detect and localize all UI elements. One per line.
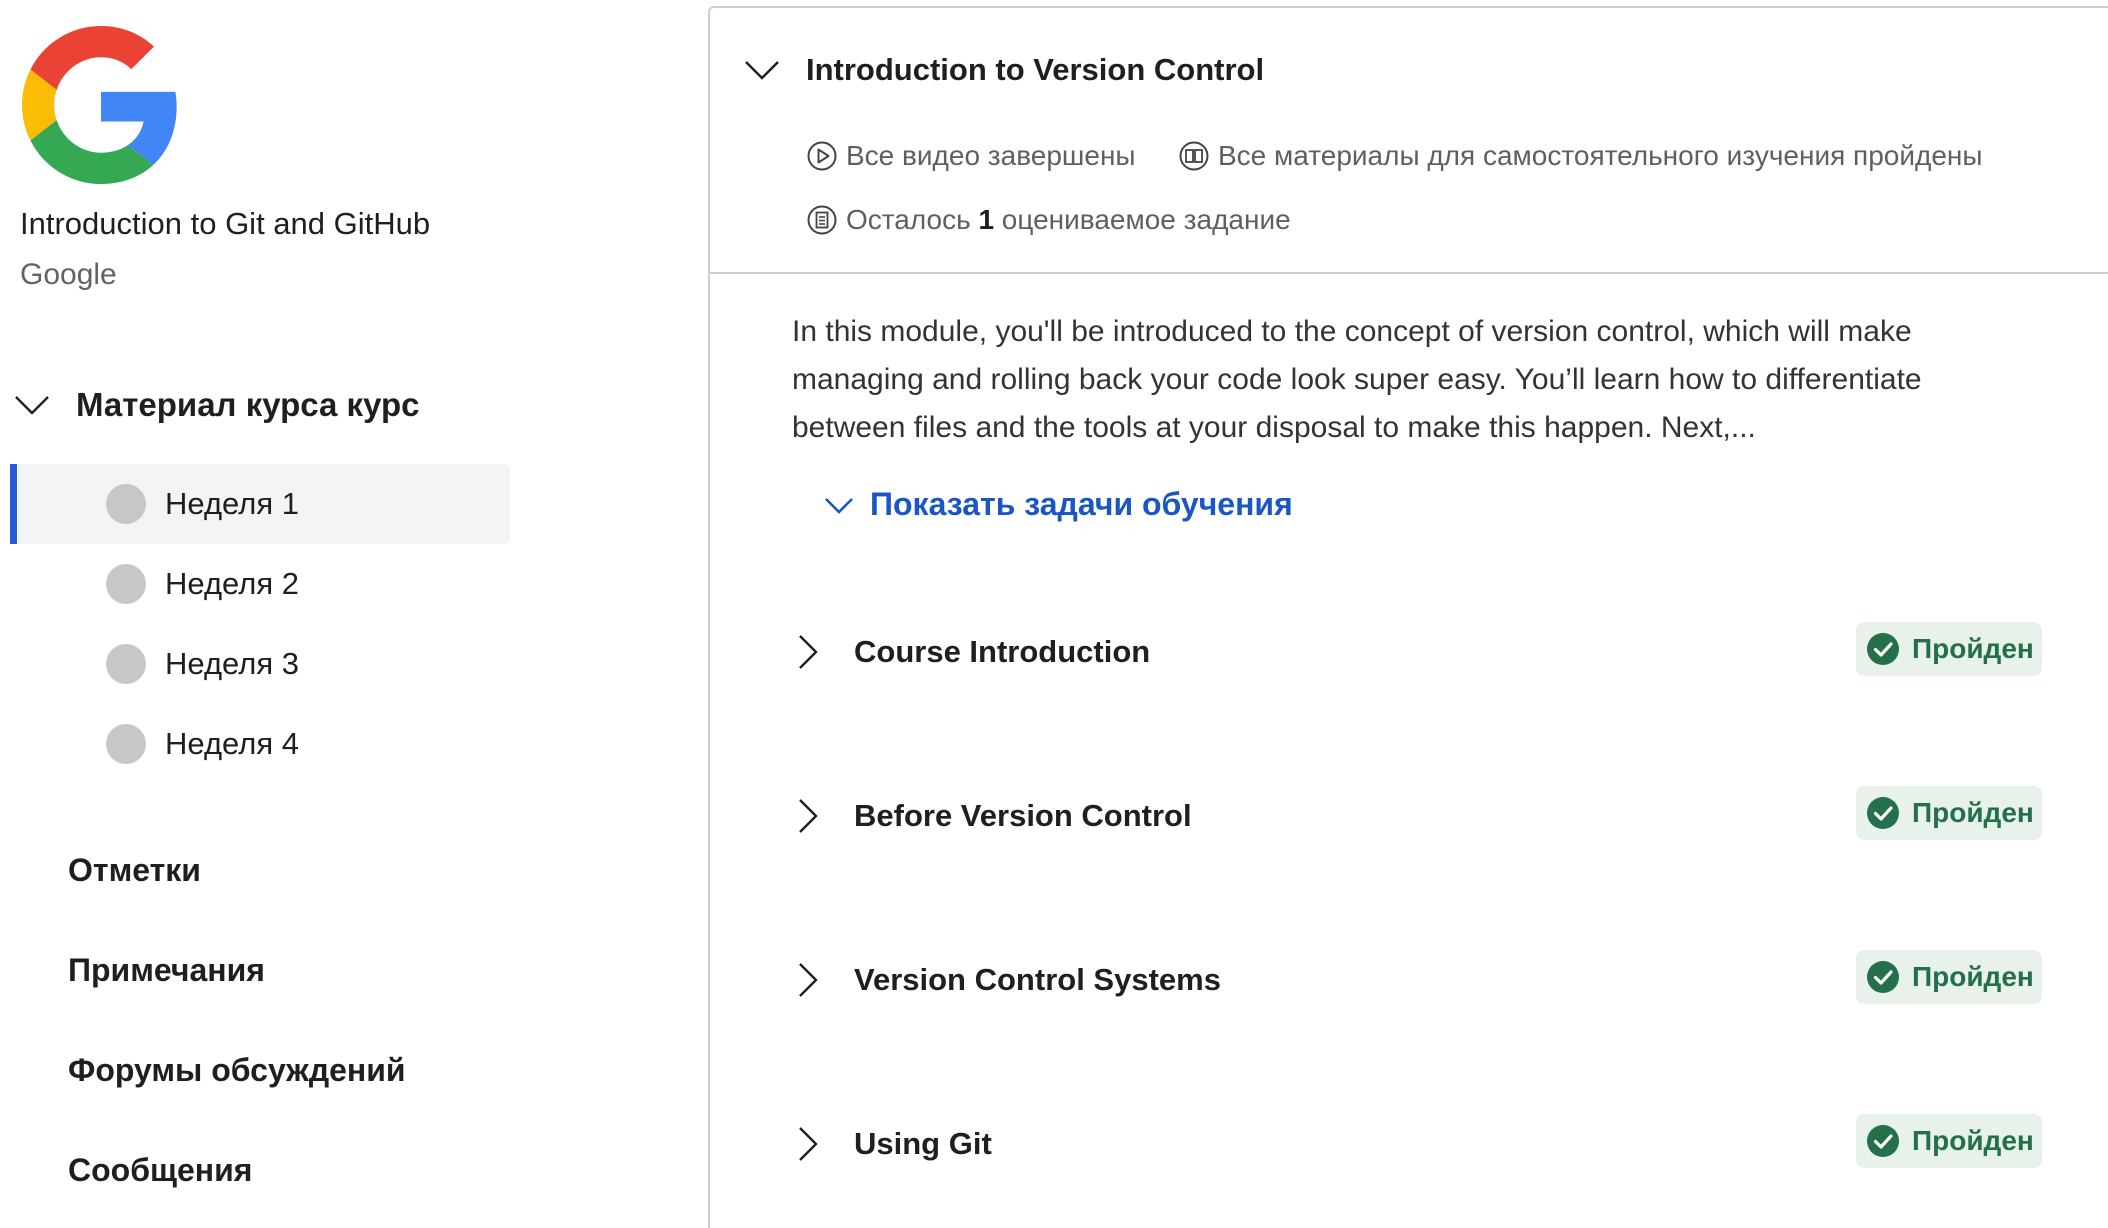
status-badge: Пройден bbox=[1856, 786, 2042, 840]
chevron-right-icon bbox=[799, 635, 818, 669]
status-badge: Пройден bbox=[1856, 950, 2042, 1004]
lesson-version-control-systems[interactable]: Version Control Systems Пройден bbox=[780, 950, 2080, 1010]
week-status-icon bbox=[106, 724, 146, 764]
sidebar-item-messages[interactable]: Сообщения bbox=[68, 1152, 252, 1189]
status-text: Пройден bbox=[1912, 1125, 2034, 1156]
chevron-right-icon bbox=[799, 1127, 818, 1161]
course-material-toggle[interactable]: Материал курса курс bbox=[12, 385, 420, 425]
lesson-course-introduction[interactable]: Course Introduction Пройден bbox=[780, 622, 2080, 682]
sidebar: Introduction to Git and GitHub Google Ма… bbox=[0, 0, 706, 1200]
lesson-before-version-control[interactable]: Before Version Control Пройден bbox=[780, 786, 2080, 846]
status-text: Пройден bbox=[1912, 961, 2034, 992]
module-panel: Introduction to Version Control Все виде… bbox=[708, 6, 2108, 1228]
chevron-down-icon bbox=[15, 396, 49, 415]
module-header: Introduction to Version Control Все виде… bbox=[710, 8, 2108, 274]
week-label: Неделя 3 bbox=[165, 646, 299, 681]
course-org: Google bbox=[20, 258, 117, 291]
lesson-using-git[interactable]: Using Git Пройден bbox=[780, 1114, 2080, 1174]
lesson-title: Course Introduction bbox=[854, 634, 1151, 669]
sidebar-item-forums[interactable]: Форумы обсуждений bbox=[68, 1052, 406, 1089]
play-circle-icon bbox=[807, 141, 837, 171]
sidebar-item-week-1[interactable]: Неделя 1 bbox=[10, 464, 510, 544]
status-badge: Пройден bbox=[1856, 1114, 2042, 1168]
week-label: Неделя 4 bbox=[165, 726, 299, 761]
graded-prefix: Осталось bbox=[846, 204, 979, 235]
videos-status: Все видео завершены bbox=[806, 140, 1136, 172]
sidebar-item-week-3[interactable]: Неделя 3 bbox=[10, 624, 510, 704]
lesson-title: Before Version Control bbox=[854, 798, 1192, 833]
show-learning-objectives-button[interactable]: Показать задачи обучения bbox=[822, 486, 1293, 523]
book-circle-icon bbox=[1179, 141, 1209, 171]
check-circle-icon bbox=[1867, 797, 1899, 829]
check-circle-icon bbox=[1867, 633, 1899, 665]
status-text: Пройден bbox=[1912, 633, 2034, 664]
readings-status: Все материалы для самостоятельного изуче… bbox=[1178, 140, 1982, 172]
graded-count: 1 bbox=[978, 204, 995, 235]
lesson-title: Using Git bbox=[854, 1126, 992, 1161]
course-title[interactable]: Introduction to Git and GitHub bbox=[20, 206, 430, 242]
show-learning-objectives-label: Показать задачи обучения bbox=[870, 486, 1293, 522]
lesson-title: Version Control Systems bbox=[854, 962, 1221, 997]
week-status-icon bbox=[106, 644, 146, 684]
videos-status-text: Все видео завершены bbox=[846, 140, 1136, 171]
chevron-down-icon[interactable] bbox=[742, 50, 782, 90]
week-list: Неделя 1 Неделя 2 Неделя 3 Неделя 4 bbox=[10, 464, 510, 784]
week-label: Неделя 1 bbox=[165, 486, 299, 521]
status-text: Пройден bbox=[1912, 797, 2034, 828]
sidebar-item-grades[interactable]: Отметки bbox=[68, 852, 201, 889]
google-logo bbox=[22, 26, 177, 184]
sidebar-item-week-4[interactable]: Неделя 4 bbox=[10, 704, 510, 784]
check-circle-icon bbox=[1867, 961, 1899, 993]
graded-status: Осталось 1 оцениваемое задание bbox=[806, 204, 1291, 236]
week-label: Неделя 2 bbox=[165, 566, 299, 601]
document-circle-icon bbox=[807, 205, 837, 235]
sidebar-item-notes[interactable]: Примечания bbox=[68, 952, 265, 989]
week-status-icon bbox=[106, 484, 146, 524]
readings-status-text: Все материалы для самостоятельного изуче… bbox=[1218, 140, 1983, 171]
module-title[interactable]: Introduction to Version Control bbox=[806, 52, 1264, 88]
graded-suffix: оцениваемое задание bbox=[994, 204, 1291, 235]
module-description: In this module, you'll be introduced to … bbox=[792, 315, 1922, 444]
chevron-down-icon bbox=[825, 497, 853, 514]
chevron-right-icon bbox=[799, 963, 818, 997]
course-material-label: Материал курса курс bbox=[76, 386, 420, 423]
check-circle-icon bbox=[1867, 1125, 1899, 1157]
chevron-right-icon bbox=[799, 799, 818, 833]
week-status-icon bbox=[106, 564, 146, 604]
status-badge: Пройден bbox=[1856, 622, 2042, 676]
sidebar-item-week-2[interactable]: Неделя 2 bbox=[10, 544, 510, 624]
